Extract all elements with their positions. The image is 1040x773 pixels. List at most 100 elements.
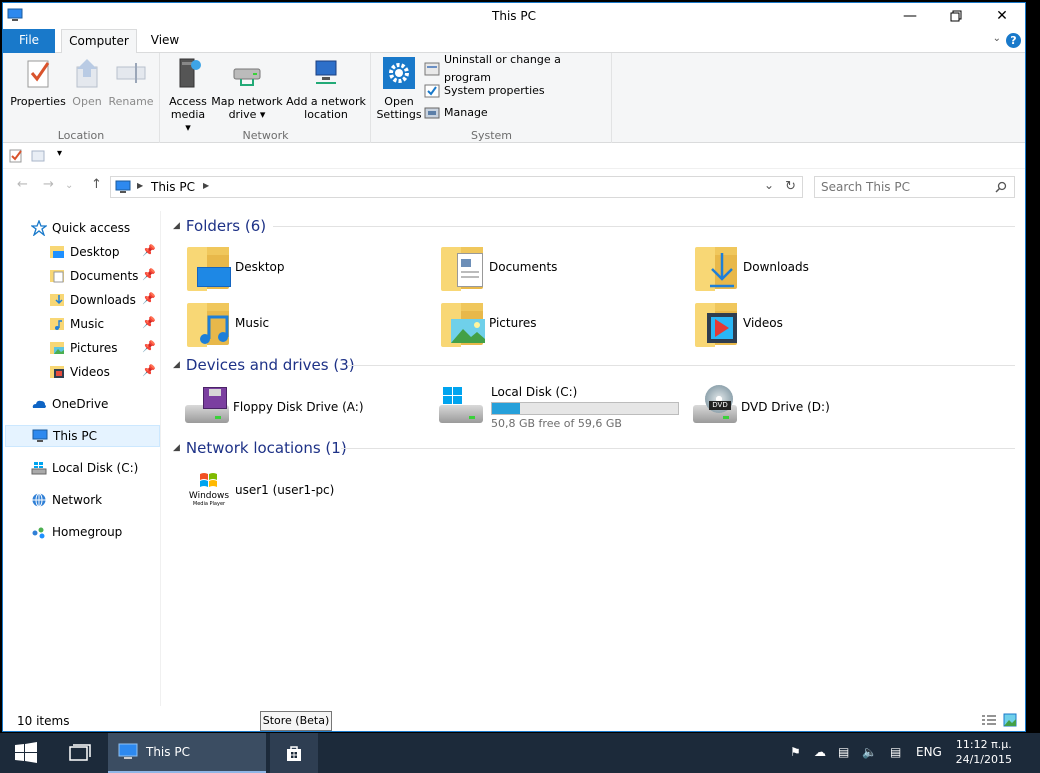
taskbar: This PC ⚑ ☁ ▤ 🔈 ▤ ENG 11:12 π.μ. 24/1/20… xyxy=(0,733,1040,773)
sidebar-item-local-disk[interactable]: Local Disk (C:) xyxy=(5,457,160,479)
documents-folder-icon xyxy=(50,270,64,283)
start-button[interactable] xyxy=(0,733,52,773)
navigation-bar: ← → ⌄ ↑ ▶ This PC ▶ ⌄ ↻ xyxy=(3,173,1025,201)
folder-item-desktop[interactable]: Desktop xyxy=(185,241,425,293)
sidebar-item-downloads[interactable]: Downloads 📌 xyxy=(5,289,160,311)
folder-item-music[interactable]: Music xyxy=(185,297,425,349)
minimize-icon: — xyxy=(903,8,917,24)
ribbon: Properties Open Rename Location Access m… xyxy=(3,53,1025,143)
quick-access-toolbar: ▾ xyxy=(3,143,1025,169)
desktop-folder-icon xyxy=(185,243,233,291)
title-bar: This PC — ✕ xyxy=(3,3,1025,29)
folder-item-videos[interactable]: Videos xyxy=(693,297,933,349)
breadcrumb-chevron-icon[interactable]: ▶ xyxy=(203,181,209,190)
sidebar-item-videos[interactable]: Videos 📌 xyxy=(5,361,160,383)
pictures-folder-icon xyxy=(439,299,487,347)
tab-computer[interactable]: Computer xyxy=(61,29,137,54)
search-icon[interactable] xyxy=(995,181,1007,193)
local-disk-windows-icon xyxy=(437,383,485,431)
customize-toolbar-icon[interactable]: ▾ xyxy=(57,148,62,159)
sidebar-item-pictures[interactable]: Pictures 📌 xyxy=(5,337,160,359)
recent-locations-icon[interactable]: ⌄ xyxy=(65,180,73,191)
section-devices[interactable]: ◢ Devices and drives (3) xyxy=(173,355,1023,375)
collapse-caret-icon[interactable]: ◢ xyxy=(173,360,180,370)
drive-item-dvd[interactable]: DVD DVD Drive (D:) xyxy=(691,381,931,433)
onedrive-tray-icon[interactable]: ☁ xyxy=(814,745,826,759)
section-divider xyxy=(347,365,1015,366)
network-globe-icon xyxy=(32,493,46,507)
address-dropdown-icon[interactable]: ⌄ xyxy=(764,178,774,192)
access-media-button[interactable]: Access media ▾ xyxy=(167,57,209,134)
properties-small-icon[interactable] xyxy=(9,149,23,163)
taskbar-app-this-pc[interactable]: This PC xyxy=(108,733,266,773)
collapse-caret-icon[interactable]: ◢ xyxy=(173,221,180,231)
store-tooltip: Store (Beta) xyxy=(260,711,332,731)
sidebar-item-documents[interactable]: Documents 📌 xyxy=(5,265,160,287)
pin-icon[interactable]: 📌 xyxy=(142,268,156,281)
folder-item-documents[interactable]: Documents xyxy=(439,241,679,293)
system-properties-button[interactable]: System properties xyxy=(424,81,545,101)
rename-button[interactable]: Rename xyxy=(107,57,155,108)
sidebar-item-desktop[interactable]: Desktop 📌 xyxy=(5,241,160,263)
pin-icon[interactable]: 📌 xyxy=(142,316,156,329)
tab-view[interactable]: View xyxy=(143,29,187,53)
help-icon[interactable]: ? xyxy=(1006,33,1021,48)
quick-access-star-icon xyxy=(31,220,47,236)
videos-folder-icon xyxy=(50,366,64,378)
ribbon-expand-icon[interactable]: ⌄ xyxy=(993,33,1001,44)
system-clock[interactable]: 11:12 π.μ. 24/1/2015 xyxy=(956,737,1012,767)
status-bar: 10 items xyxy=(3,709,1025,731)
folder-item-pictures[interactable]: Pictures xyxy=(439,297,679,349)
pin-icon[interactable]: 📌 xyxy=(142,364,156,377)
pin-icon[interactable]: 📌 xyxy=(142,244,156,257)
collapse-caret-icon[interactable]: ◢ xyxy=(173,443,180,453)
up-arrow-icon[interactable]: ↑ xyxy=(91,177,102,192)
open-button[interactable]: Open xyxy=(69,57,105,108)
close-button[interactable]: ✕ xyxy=(979,3,1025,29)
sidebar-item-network[interactable]: Network xyxy=(5,489,160,511)
details-view-icon[interactable] xyxy=(981,714,997,726)
network-tray-icon[interactable]: ▤ xyxy=(838,745,849,759)
manage-button[interactable]: Manage xyxy=(424,103,488,123)
folder-item-downloads[interactable]: Downloads xyxy=(693,241,933,293)
search-input[interactable] xyxy=(821,180,991,194)
action-center-flag-icon[interactable]: ⚑ xyxy=(790,745,801,759)
refresh-icon[interactable]: ↻ xyxy=(785,179,796,194)
window-title: This PC xyxy=(492,9,536,23)
section-network-locations[interactable]: ◢ Network locations (1) xyxy=(173,438,1023,458)
minimize-button[interactable]: — xyxy=(887,3,933,29)
add-network-location-button[interactable]: Add a network location xyxy=(285,57,367,121)
volume-icon[interactable]: 🔈 xyxy=(862,745,877,759)
drive-item-floppy[interactable]: Floppy Disk Drive (A:) xyxy=(183,381,423,433)
open-settings-button[interactable]: Open Settings xyxy=(376,57,422,121)
back-arrow-icon[interactable]: ← xyxy=(17,177,28,192)
sidebar-item-this-pc[interactable]: This PC xyxy=(5,425,160,447)
taskbar-app-store[interactable] xyxy=(270,733,318,773)
ribbon-tabs: File Computer View ⌄ ? xyxy=(3,29,1025,54)
properties-button[interactable]: Properties xyxy=(9,57,67,108)
section-folders[interactable]: ◢ Folders (6) xyxy=(173,216,1023,236)
forward-arrow-icon[interactable]: → xyxy=(43,177,54,192)
sidebar-item-homegroup[interactable]: Homegroup xyxy=(5,521,160,543)
local-disk-icon xyxy=(31,462,47,475)
address-bar[interactable]: ▶ This PC ▶ ⌄ ↻ xyxy=(110,176,803,198)
sidebar-item-music[interactable]: Music 📌 xyxy=(5,313,160,335)
pin-icon[interactable]: 📌 xyxy=(142,340,156,353)
pin-icon[interactable]: 📌 xyxy=(142,292,156,305)
drive-item-local-disk[interactable]: Local Disk (C:) 50,8 GB free of 59,6 GB xyxy=(437,381,687,433)
language-indicator[interactable]: ENG xyxy=(916,745,942,759)
sidebar-item-onedrive[interactable]: OneDrive xyxy=(5,393,160,415)
uninstall-program-button[interactable]: Uninstall or change a program xyxy=(424,53,611,84)
new-folder-small-icon[interactable] xyxy=(31,149,45,163)
task-view-button[interactable] xyxy=(56,733,104,773)
breadcrumb-this-pc[interactable]: This PC xyxy=(151,180,195,194)
sidebar-item-quick-access[interactable]: Quick access xyxy=(5,217,160,239)
search-box[interactable] xyxy=(814,176,1015,198)
notifications-icon[interactable]: ▤ xyxy=(890,745,901,759)
breadcrumb-separator-icon[interactable]: ▶ xyxy=(137,181,143,190)
tab-file[interactable]: File xyxy=(3,29,55,53)
maximize-button[interactable] xyxy=(933,3,979,29)
network-item-user1[interactable]: Windows Media Player user1 (user1-pc) xyxy=(185,464,425,516)
large-icons-view-icon[interactable] xyxy=(1003,713,1017,727)
map-network-drive-button[interactable]: Map network drive ▾ xyxy=(211,57,283,121)
